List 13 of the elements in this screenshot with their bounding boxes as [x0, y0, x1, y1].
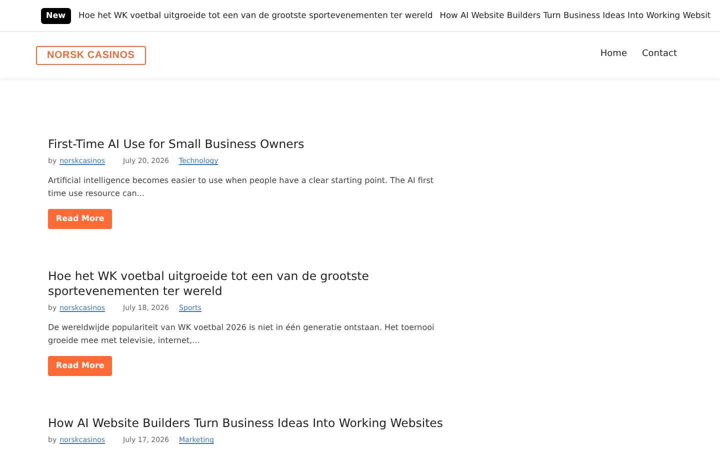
read-more-button[interactable]: Read More — [48, 356, 112, 376]
post-excerpt: De wereldwijde populariteit van WK voetbal 2026 is niet in één generatie ontstaan. Het toernooi groeide mee met televisie, internet,... — [48, 322, 436, 347]
new-badge: New — [41, 8, 71, 24]
ticker-link[interactable]: Hoe het WK voetbal uitgroeide tot een van de grootste sportevenementen ter wereld — [78, 9, 433, 22]
nav-link[interactable]: Home — [600, 48, 627, 62]
post-excerpt: Artificial intelligence becomes easier to use when people have a clear starting point. The AI first time use resource can... — [48, 175, 435, 200]
site-logo[interactable]: NORSK CASINOS — [36, 46, 146, 64]
post-title[interactable]: First-Time AI Use for Small Business Owners — [48, 137, 450, 152]
post-title[interactable]: Hoe het WK voetbal uitgroeide tot een van de grootste sportevenementen ter wereld — [48, 269, 450, 299]
read-more-button[interactable]: Read More — [48, 209, 112, 229]
nav-link[interactable]: Contact — [642, 48, 677, 62]
post-title[interactable]: How AI Website Builders Turn Business Ideas Into Working Websites — [48, 416, 450, 431]
ticker-link[interactable]: How AI Website Builders Turn Business Ideas Into Working Websit — [440, 9, 711, 22]
